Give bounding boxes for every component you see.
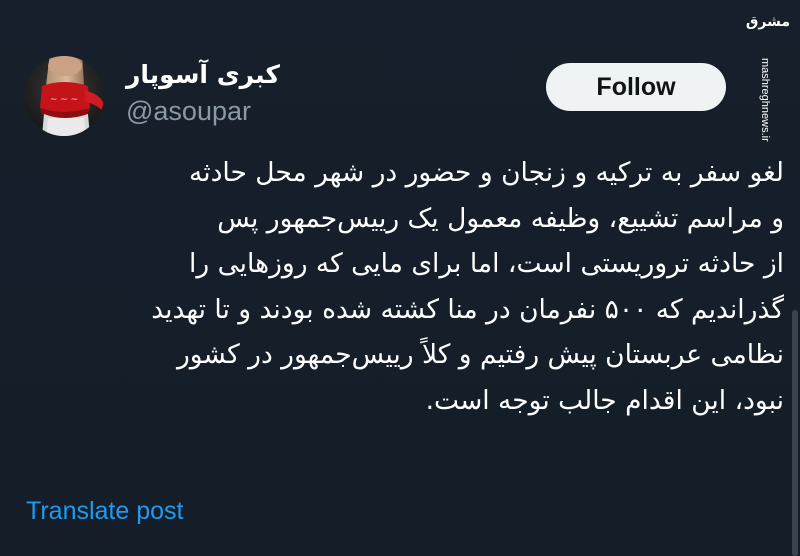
tweet-card: ~ ~ ~ کبری آسوپار @asoupar Follow مشرق m… [0, 0, 800, 556]
author-block: کبری آسوپار @asoupar [126, 58, 386, 128]
watermark-logo: مشرق [745, 14, 790, 30]
tweet-text: لغو سفر به ترکیه و زنجان و حضور در شهر م… [20, 150, 784, 423]
avatar[interactable]: ~ ~ ~ [24, 56, 104, 136]
avatar-image: ~ ~ ~ [24, 56, 104, 136]
tweet-line: و مراسم تشییع، وظیفه معمول یک رییس‌جمهور… [217, 202, 784, 234]
tweet-line: نظامی عربستان پیش رفتیم و کلاً رییس‌جمهو… [176, 339, 784, 370]
scrollbar[interactable] [792, 310, 798, 556]
follow-button[interactable]: Follow [546, 63, 726, 111]
watermark: مشرق mashreghnews.ir [745, 14, 790, 142]
tweet-line: نبود، این اقدام جالب توجه است. [425, 384, 784, 416]
tweet-line: گذراندیم که ۵۰۰ نفرمان در منا کشته شده ب… [151, 293, 784, 325]
tweet-line: لغو سفر به ترکیه و زنجان و حضور در شهر م… [189, 157, 784, 188]
tweet-line: از حادثه تروریستی است، اما برای مایی که … [189, 248, 784, 279]
author-display-name[interactable]: کبری آسوپار [126, 58, 386, 92]
author-handle[interactable]: @asoupar [126, 94, 386, 128]
translate-post-link[interactable]: Translate post [26, 495, 183, 527]
watermark-url: mashreghnews.ir [759, 58, 771, 142]
svg-text:~ ~ ~: ~ ~ ~ [50, 95, 78, 105]
